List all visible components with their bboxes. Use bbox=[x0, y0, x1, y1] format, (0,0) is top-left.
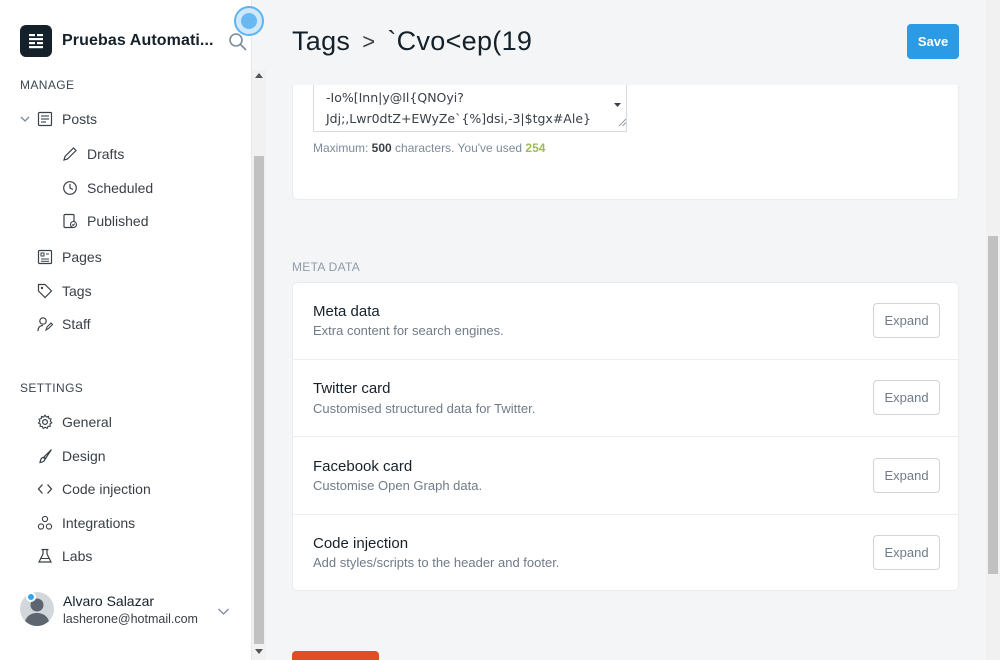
delete-tag-button[interactable] bbox=[292, 651, 379, 660]
sidebar-item-label: Pages bbox=[62, 249, 102, 265]
cursor-focus-indicator bbox=[234, 6, 264, 36]
sidebar-item-label: General bbox=[62, 414, 112, 430]
sidebar-item-label: Integrations bbox=[62, 515, 136, 531]
sidebar-item-label: Drafts bbox=[87, 146, 125, 162]
sidebar-item-label: Staff bbox=[62, 316, 91, 332]
sidebar: Pruebas Automati... MANAGE Posts Drafts … bbox=[0, 0, 252, 660]
meta-data-section-label: META DATA bbox=[292, 260, 361, 274]
sidebar-item-published[interactable]: Published bbox=[62, 210, 149, 232]
sidebar-item-staff[interactable]: Staff bbox=[37, 313, 91, 335]
breadcrumb-separator-icon: > bbox=[362, 28, 376, 54]
sidebar-item-label: Scheduled bbox=[87, 180, 154, 196]
counter-max: 500 bbox=[371, 141, 392, 155]
meta-row-title: Meta data bbox=[313, 303, 380, 320]
tag-icon bbox=[37, 283, 53, 299]
pencil-icon bbox=[63, 147, 77, 161]
meta-row-description: Customise Open Graph data. bbox=[313, 478, 483, 493]
expand-code-injection-button[interactable]: Expand bbox=[873, 535, 940, 570]
published-icon bbox=[63, 213, 78, 229]
notification-dot bbox=[26, 592, 36, 602]
counter-prefix: Maximum: bbox=[313, 141, 372, 155]
breadcrumb: Tags > `Cvo<ep(19 bbox=[292, 26, 532, 57]
meta-row-description: Customised structured data for Twitter. bbox=[313, 401, 536, 416]
expand-twitter-card-button[interactable]: Expand bbox=[873, 380, 940, 415]
user-menu[interactable]: Alvaro Salazar lasherone@hotmail.com bbox=[20, 592, 198, 626]
breadcrumb-tags-link[interactable]: Tags bbox=[292, 26, 350, 57]
meta-row-facebook-card: Facebook card Customise Open Graph data.… bbox=[293, 438, 958, 515]
description-textarea[interactable]: -Io%[Inn|y@Il{QNOyi? Jdj;,Lwr0dtZ+EWyZe`… bbox=[313, 85, 627, 132]
sidebar-item-scheduled[interactable]: Scheduled bbox=[62, 177, 153, 199]
sidebar-scrollbar[interactable] bbox=[252, 70, 266, 660]
manage-section-title: MANAGE bbox=[20, 78, 75, 92]
sidebar-item-pages[interactable]: Pages bbox=[37, 246, 102, 268]
sidebar-item-design[interactable]: Design bbox=[37, 445, 106, 467]
resize-grip-icon[interactable] bbox=[617, 117, 627, 127]
sidebar-item-tags[interactable]: Tags bbox=[37, 280, 92, 302]
description-card: -Io%[Inn|y@Il{QNOyi? Jdj;,Lwr0dtZ+EWyZe`… bbox=[292, 85, 959, 200]
meta-row-description: Add styles/scripts to the header and foo… bbox=[313, 555, 560, 570]
user-email: lasherone@hotmail.com bbox=[63, 611, 198, 626]
sidebar-item-general[interactable]: General bbox=[37, 411, 112, 433]
gear-icon bbox=[37, 414, 53, 430]
user-name: Alvaro Salazar bbox=[63, 592, 155, 609]
sidebar-item-integrations[interactable]: Integrations bbox=[37, 512, 135, 534]
sidebar-item-label: Posts bbox=[62, 111, 98, 127]
ghost-logo-icon bbox=[20, 25, 52, 57]
sidebar-item-labs[interactable]: Labs bbox=[37, 545, 92, 567]
sidebar-item-label: Tags bbox=[62, 283, 92, 299]
sidebar-scroll-thumb[interactable] bbox=[254, 156, 264, 644]
integrations-icon bbox=[37, 515, 53, 530]
flask-icon bbox=[38, 548, 52, 563]
scroll-up-arrow-icon[interactable] bbox=[255, 73, 263, 78]
site-title: Pruebas Automati... bbox=[62, 32, 214, 49]
main-scroll-thumb[interactable] bbox=[988, 236, 998, 574]
expand-meta-data-button[interactable]: Expand bbox=[873, 303, 940, 338]
character-counter: Maximum: 500 characters. You've used 254 bbox=[313, 141, 545, 155]
meta-row-twitter-card: Twitter card Customised structured data … bbox=[293, 360, 958, 437]
textarea-line: -Io%[Inn|y@Il{QNOyi? bbox=[326, 90, 464, 105]
sidebar-item-posts[interactable]: Posts bbox=[37, 108, 97, 130]
save-button[interactable]: Save bbox=[907, 24, 959, 59]
brush-icon bbox=[39, 449, 52, 464]
counter-mid: characters. You've used bbox=[391, 141, 526, 155]
settings-section-title: SETTINGS bbox=[20, 381, 84, 395]
posts-collapse-icon[interactable] bbox=[19, 113, 31, 125]
brand[interactable]: Pruebas Automati... bbox=[20, 25, 214, 57]
chevron-down-icon[interactable] bbox=[217, 605, 230, 618]
sidebar-item-label: Published bbox=[87, 213, 149, 229]
expand-facebook-card-button[interactable]: Expand bbox=[873, 458, 940, 493]
sidebar-item-code-injection[interactable]: Code injection bbox=[37, 478, 151, 500]
textarea-line: Jdj;,Lwr0dtZ+EWyZe`{%]dsi,-3|$tgx#Ale} bbox=[326, 111, 591, 126]
code-icon bbox=[37, 484, 53, 494]
sidebar-item-drafts[interactable]: Drafts bbox=[62, 143, 124, 165]
meta-row-title: Code injection bbox=[313, 535, 409, 552]
meta-row-code-injection: Code injection Add styles/scripts to the… bbox=[293, 515, 958, 592]
meta-row-description: Extra content for search engines. bbox=[313, 323, 504, 338]
staff-icon bbox=[37, 317, 53, 332]
clock-icon bbox=[63, 181, 77, 195]
textarea-scroll-down-icon[interactable] bbox=[610, 85, 625, 115]
main-scrollbar[interactable] bbox=[986, 0, 1000, 660]
sidebar-item-label: Design bbox=[62, 448, 106, 464]
meta-settings-card: Meta data Extra content for search engin… bbox=[292, 282, 959, 591]
meta-row-title: Twitter card bbox=[313, 380, 391, 397]
scroll-down-arrow-icon[interactable] bbox=[255, 649, 263, 654]
posts-icon bbox=[37, 111, 53, 127]
pages-icon bbox=[37, 249, 53, 265]
page-header: Tags > `Cvo<ep(19 Save bbox=[266, 0, 986, 85]
counter-used: 254 bbox=[525, 141, 546, 155]
page-title: `Cvo<ep(19 bbox=[387, 26, 533, 56]
meta-row-title: Facebook card bbox=[313, 458, 413, 475]
sidebar-item-label: Code injection bbox=[62, 481, 151, 497]
sidebar-item-label: Labs bbox=[62, 548, 93, 564]
meta-row-meta-data: Meta data Extra content for search engin… bbox=[293, 283, 958, 360]
